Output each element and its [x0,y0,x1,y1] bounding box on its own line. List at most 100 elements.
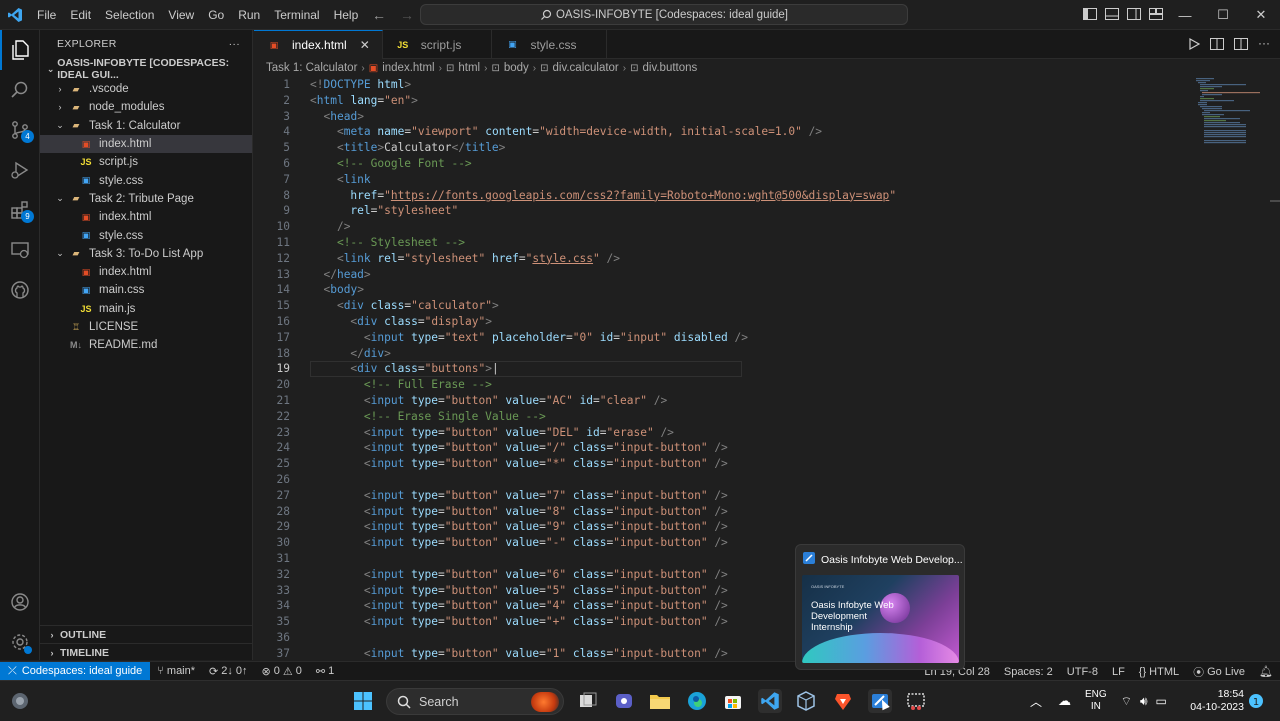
tree-folder[interactable]: › ▰ node_modules [40,98,252,116]
code-line[interactable]: 24 <input type="button" value="/" class=… [254,441,1194,457]
breadcrumb-html[interactable]: html [458,62,480,74]
tab-script-js[interactable]: JS script.js [383,30,493,59]
code-line[interactable]: 8 href="https://fonts.googleapis.com/css… [254,189,1194,205]
virtualbox-icon[interactable] [794,689,818,713]
menu-view[interactable]: View [161,0,201,30]
tree-folder[interactable]: ⌄ ▰ Task 2: Tribute Page [40,190,252,208]
onedrive-cloud-icon[interactable]: ☁ [1058,693,1071,709]
tree-file[interactable]: JS script.js [40,153,252,171]
code-line[interactable]: 26 [254,473,1194,489]
toggle-panel-icon[interactable] [1104,6,1120,22]
code-line[interactable]: 31 [254,552,1194,568]
code-line[interactable]: 4 <meta name="viewport" content="width=d… [254,125,1194,141]
code-line[interactable]: 3 <head> [254,110,1194,126]
menu-file[interactable]: File [30,0,63,30]
code-line[interactable]: 34 <input type="button" value="4" class=… [254,599,1194,615]
breadcrumb-body[interactable]: body [504,62,529,74]
extensions-icon[interactable]: 9 [0,190,40,230]
remote-explorer-icon[interactable] [0,230,40,270]
breadcrumb-calculator[interactable]: div.calculator [553,62,619,74]
minimize-icon[interactable]: — [1166,0,1204,30]
vscode-logo-icon[interactable] [0,0,30,30]
battery-icon[interactable]: ▭ [1156,694,1167,708]
code-line[interactable]: 37 <input type="button" value="1" class=… [254,647,1194,660]
menu-help[interactable]: Help [327,0,366,30]
toggle-primary-sidebar-icon[interactable] [1082,6,1098,22]
code-line[interactable]: 22 <!-- Erase Single Value --> [254,410,1194,426]
editor-more-icon[interactable]: ··· [1258,37,1270,55]
tree-file[interactable]: JS main.js [40,300,252,318]
brave-browser-icon[interactable] [831,689,855,713]
microsoft-store-icon[interactable] [721,689,745,713]
code-line[interactable]: 9 rel="stylesheet" [254,204,1194,220]
wifi-icon[interactable]: ⌔ [1121,694,1132,709]
tree-folder[interactable]: › ▰ .vscode [40,80,252,98]
remote-indicator[interactable]: ⤫ Codespaces: ideal guide [0,661,151,681]
language-indicator[interactable]: ENG IN [1085,689,1107,713]
manage-gear-icon[interactable] [0,622,40,662]
breadcrumb-file[interactable]: index.html [382,62,434,74]
taskbar-search[interactable]: Search [386,688,564,715]
open-preview-icon[interactable] [1210,37,1224,55]
github-icon[interactable] [0,270,40,310]
breadcrumb-buttons[interactable]: div.buttons [643,62,698,74]
code-line[interactable]: 29 <input type="button" value="9" class=… [254,520,1194,536]
customize-layout-icon[interactable] [1148,6,1164,22]
notification-center-icon[interactable]: 1 [1246,691,1266,711]
code-line[interactable]: 1 <!DOCTYPE html> [254,78,1194,94]
toggle-secondary-sidebar-icon[interactable] [1126,6,1142,22]
tab-index-html[interactable]: ▣ index.html ✕ [254,30,383,59]
code-line[interactable]: 16 <div class="display"> [254,315,1194,331]
code-line[interactable]: 13 </head> [254,268,1194,284]
accounts-icon[interactable] [0,582,40,622]
code-line[interactable]: 33 <input type="button" value="5" class=… [254,584,1194,600]
teams-chat-icon[interactable] [612,689,636,713]
code-line[interactable]: 23 <input type="button" value="DEL" id="… [254,426,1194,442]
more-actions-icon[interactable]: ··· [229,38,240,50]
search-sidebar-icon[interactable] [0,70,40,110]
timeline-section[interactable]: › TIMELINE [40,643,253,662]
widgets-icon[interactable] [8,689,32,713]
code-line[interactable]: 15 <div class="calculator"> [254,299,1194,315]
menu-run[interactable]: Run [231,0,267,30]
source-control-icon[interactable]: 4 [0,110,40,150]
code-line[interactable]: 14 <body> [254,283,1194,299]
task-view-icon[interactable] [576,689,600,713]
explorer-icon[interactable] [0,30,40,70]
code-line[interactable]: 10 /> [254,220,1194,236]
menu-terminal[interactable]: Terminal [267,0,326,30]
vscode-taskbar-icon[interactable] [758,689,782,713]
branch-indicator[interactable]: ⑂ main* [150,665,202,677]
code-line[interactable]: 18 </div> [254,347,1194,363]
taskbar-window-preview[interactable]: Oasis Infobyte Web Develop... OASIS INFO… [795,544,965,670]
snipping-tool-icon[interactable] [904,689,928,713]
split-editor-icon[interactable] [1234,37,1248,55]
code-line[interactable]: 2 <html lang="en"> [254,94,1194,110]
code-line[interactable]: 25 <input type="button" value="*" class=… [254,457,1194,473]
code-line[interactable]: 12 <link rel="stylesheet" href="style.cs… [254,252,1194,268]
code-line[interactable]: 20 <!-- Full Erase --> [254,378,1194,394]
encoding[interactable]: UTF-8 [1060,666,1105,678]
end-of-line[interactable]: LF [1105,666,1132,678]
back-arrow-icon[interactable]: ← [372,7,386,23]
ports-indicator[interactable]: ⚯ 1 [309,665,341,678]
code-line[interactable]: 5 <title>Calculator</title> [254,141,1194,157]
tree-file[interactable]: M↓ README.md [40,336,252,354]
code-line[interactable]: 35 <input type="button" value="+" class=… [254,615,1194,631]
system-clock[interactable]: 18:54 04-10-2023 [1190,688,1244,714]
code-line[interactable]: 28 <input type="button" value="8" class=… [254,505,1194,521]
menu-go[interactable]: Go [201,0,231,30]
code-editor[interactable]: 1 <!DOCTYPE html> 2 <html lang="en"> 3 <head… [254,76,1194,660]
volume-icon[interactable]: 🔊︎ [1140,694,1148,709]
code-line[interactable]: 27 <input type="button" value="7" class=… [254,489,1194,505]
code-line[interactable]: 17 <input type="text" placeholder="0" id… [254,331,1194,347]
tree-file[interactable]: ▣ style.css [40,226,252,244]
run-play-icon[interactable] [1188,37,1201,55]
menu-selection[interactable]: Selection [98,0,161,30]
problems-indicator[interactable]: ⊗ 0 ⚠ 0 [255,665,309,678]
tree-folder[interactable]: ⌄ ▰ Task 1: Calculator [40,117,252,135]
breadcrumb-folder[interactable]: Task 1: Calculator [266,62,357,74]
tree-file[interactable]: ▣ index.html [40,134,252,154]
menu-edit[interactable]: Edit [63,0,98,30]
sync-indicator[interactable]: ⟳ 2↓ 0↑ [202,665,255,678]
